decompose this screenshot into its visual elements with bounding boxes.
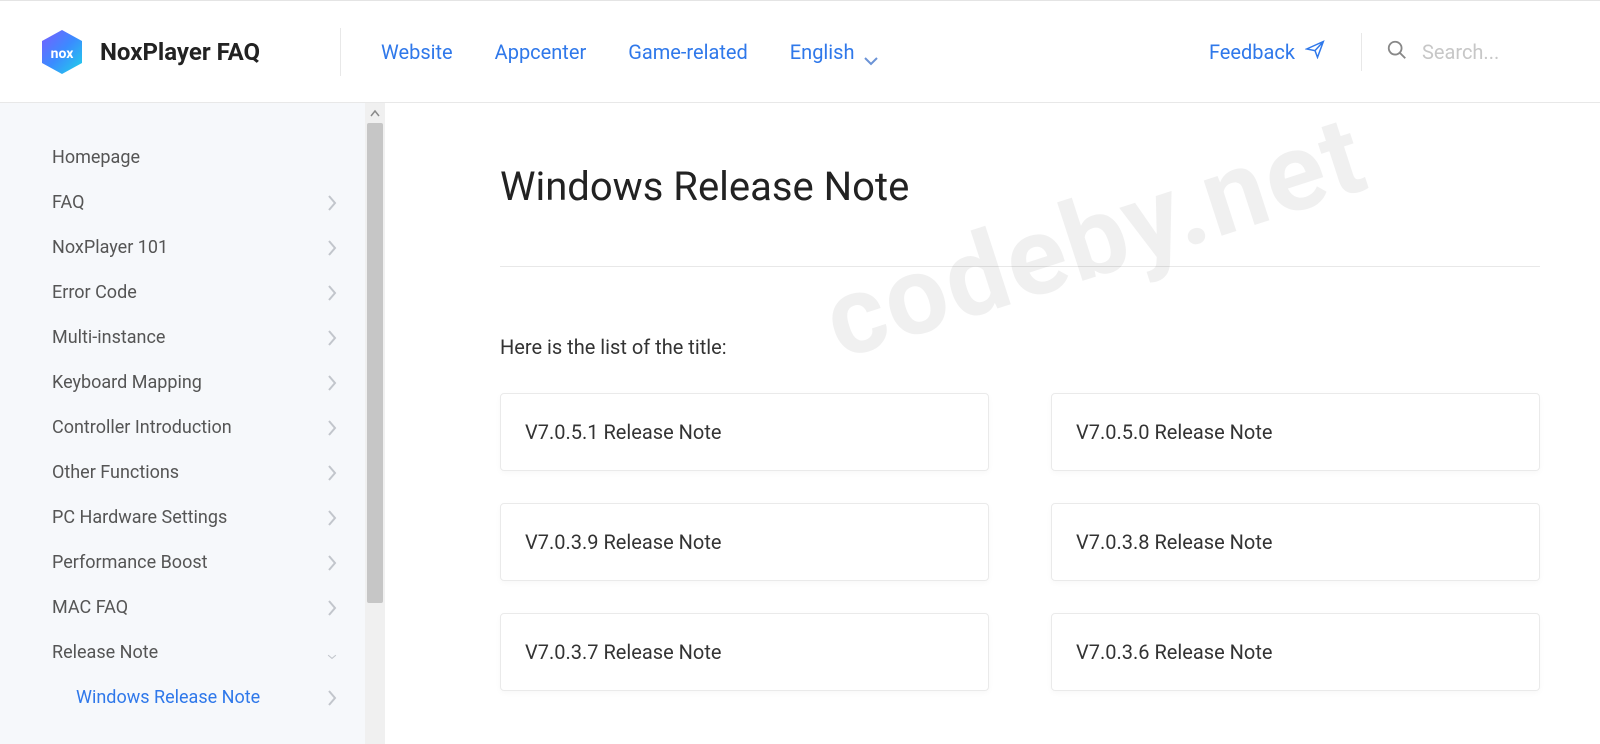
nav-language[interactable]: English <box>790 40 879 64</box>
sidebar-subitem-windows-release-note[interactable]: Windows Release Note <box>24 675 385 720</box>
chevron-right-icon <box>327 194 337 212</box>
sidebar-item-label: Homepage <box>52 147 140 168</box>
divider <box>500 266 1540 267</box>
header: nox NoxPlayer FAQ Website Appcenter Game… <box>0 0 1600 103</box>
sidebar-item-label: Other Functions <box>52 462 179 483</box>
sidebar-item-label: Windows Release Note <box>76 687 260 708</box>
chevron-right-icon <box>327 239 337 257</box>
list-intro: Here is the list of the title: <box>500 335 1540 359</box>
sidebar-item-label: NoxPlayer 101 <box>52 237 168 258</box>
sidebar-sublist: Windows Release Note <box>0 675 385 720</box>
sidebar-item-label: Error Code <box>52 282 137 303</box>
release-note-card[interactable]: V7.0.3.9 Release Note <box>500 503 989 581</box>
chevron-right-icon <box>327 554 337 572</box>
logo-text: NoxPlayer FAQ <box>100 38 260 66</box>
search-input[interactable] <box>1422 40 1562 64</box>
chevron-down-icon <box>327 644 337 662</box>
nav-website[interactable]: Website <box>381 40 453 64</box>
card-grid: V7.0.5.1 Release Note V7.0.5.0 Release N… <box>500 393 1540 691</box>
scrollbar-track[interactable] <box>365 103 385 744</box>
chevron-right-icon <box>327 599 337 617</box>
sidebar: Homepage FAQ NoxPlayer 101 Error Code Mu… <box>0 103 385 744</box>
sidebar-list: Homepage FAQ NoxPlayer 101 Error Code Mu… <box>0 103 385 744</box>
chevron-right-icon <box>327 374 337 392</box>
sidebar-item-faq[interactable]: FAQ <box>0 180 385 225</box>
sidebar-item-mac-faq[interactable]: MAC FAQ <box>0 585 385 630</box>
release-note-card[interactable]: V7.0.5.0 Release Note <box>1051 393 1540 471</box>
logo-icon: nox <box>38 28 86 76</box>
release-note-card[interactable]: V7.0.3.8 Release Note <box>1051 503 1540 581</box>
chevron-right-icon <box>327 329 337 347</box>
sidebar-item-noxplayer-101[interactable]: NoxPlayer 101 <box>0 225 385 270</box>
sidebar-item-other-functions[interactable]: Other Functions <box>0 450 385 495</box>
sidebar-item-label: MAC FAQ <box>52 597 128 618</box>
sidebar-item-controller-introduction[interactable]: Controller Introduction <box>0 405 385 450</box>
chevron-right-icon <box>327 689 337 707</box>
sidebar-item-pc-hardware-settings[interactable]: PC Hardware Settings <box>0 495 385 540</box>
main-content: codeby.net Windows Release Note Here is … <box>385 103 1600 744</box>
body: Homepage FAQ NoxPlayer 101 Error Code Mu… <box>0 103 1600 744</box>
feedback-link[interactable]: Feedback <box>1209 39 1325 64</box>
nav-game-related[interactable]: Game-related <box>628 40 748 64</box>
sidebar-item-performance-boost[interactable]: Performance Boost <box>0 540 385 585</box>
chevron-right-icon <box>327 419 337 437</box>
chevron-right-icon <box>327 464 337 482</box>
sidebar-item-label: PC Hardware Settings <box>52 507 227 528</box>
sidebar-item-label: Keyboard Mapping <box>52 372 202 393</box>
search <box>1386 39 1562 65</box>
scrollbar-thumb[interactable] <box>367 123 383 603</box>
divider <box>1361 33 1362 71</box>
sidebar-item-release-note[interactable]: Release Note <box>0 630 385 675</box>
release-note-card[interactable]: V7.0.5.1 Release Note <box>500 393 989 471</box>
sidebar-item-homepage[interactable]: Homepage <box>0 135 385 180</box>
nav-language-label: English <box>790 40 855 64</box>
sidebar-item-label: Performance Boost <box>52 552 208 573</box>
page-title: Windows Release Note <box>500 163 1540 210</box>
sidebar-item-multi-instance[interactable]: Multi-instance <box>0 315 385 360</box>
release-note-card[interactable]: V7.0.3.6 Release Note <box>1051 613 1540 691</box>
chevron-down-icon <box>863 47 879 57</box>
sidebar-item-label: Controller Introduction <box>52 417 232 438</box>
main-nav: Website Appcenter Game-related English <box>381 40 878 64</box>
sidebar-item-label: Multi-instance <box>52 327 165 348</box>
logo[interactable]: nox NoxPlayer FAQ <box>38 28 260 76</box>
sidebar-item-keyboard-mapping[interactable]: Keyboard Mapping <box>0 360 385 405</box>
paper-plane-icon <box>1305 39 1325 64</box>
search-icon <box>1386 39 1408 65</box>
chevron-right-icon <box>327 509 337 527</box>
feedback-label: Feedback <box>1209 40 1295 64</box>
sidebar-item-label: FAQ <box>52 192 84 213</box>
scrollbar-up-icon[interactable] <box>365 103 385 123</box>
chevron-right-icon <box>327 284 337 302</box>
nav-appcenter[interactable]: Appcenter <box>495 40 587 64</box>
divider <box>340 28 341 76</box>
svg-text:nox: nox <box>51 46 75 62</box>
release-note-card[interactable]: V7.0.3.7 Release Note <box>500 613 989 691</box>
sidebar-item-error-code[interactable]: Error Code <box>0 270 385 315</box>
sidebar-item-label: Release Note <box>52 642 158 663</box>
